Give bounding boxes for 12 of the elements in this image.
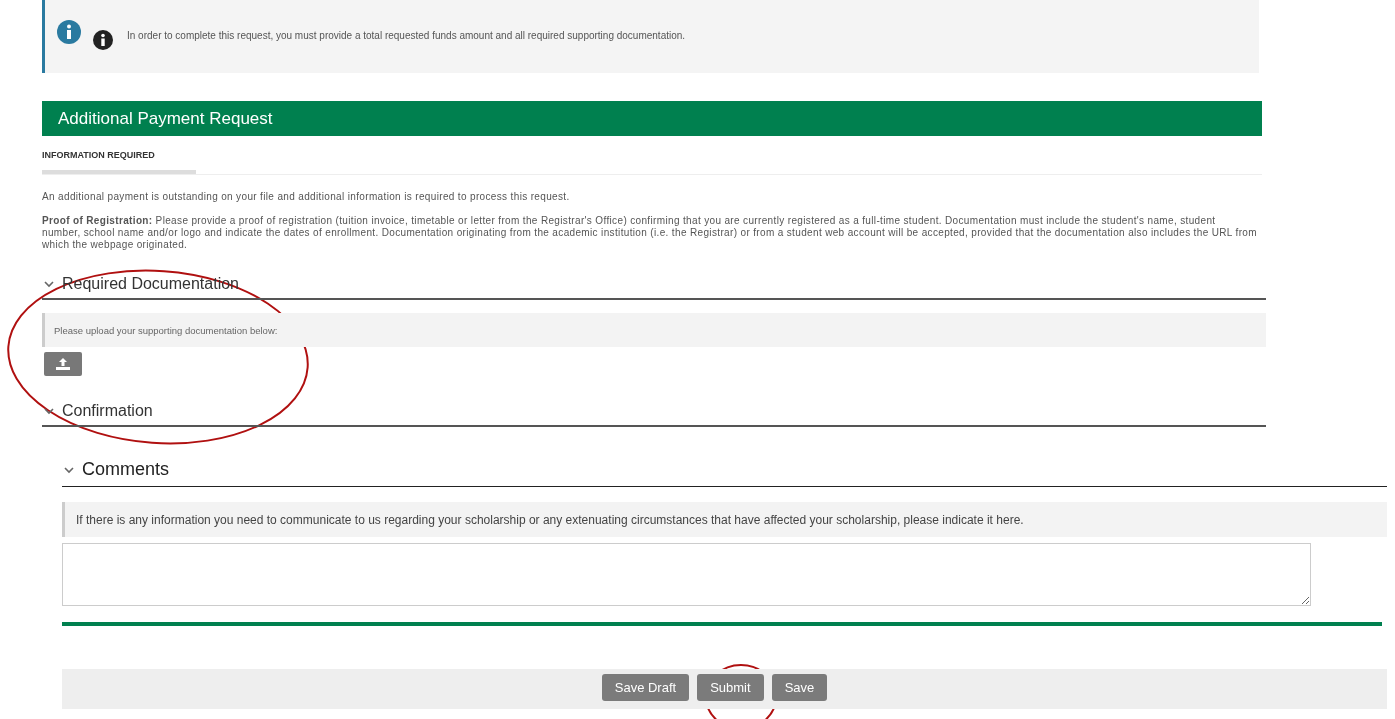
section-header: Additional Payment Request	[42, 101, 1262, 136]
action-button[interactable]: Save	[771, 674, 828, 701]
upload-note: Please upload your supporting documentation below:	[42, 313, 1266, 347]
action-button[interactable]: Save Draft	[601, 674, 690, 701]
tab[interactable]: INFORMATION REQUIRED	[42, 150, 196, 174]
section-title: Confirmation	[62, 402, 153, 420]
section-title: Comments	[82, 459, 170, 480]
alert-message: In order to complete this request, you must provide a total requested funds amount and all required supporting documentation.	[127, 30, 686, 41]
action-button[interactable]: Submit	[697, 674, 764, 701]
intro-text: An additional payment is outstanding on your file and additional information is required to process this request.	[42, 191, 571, 203]
proof-text: Proof of Registration: Please provide a proof of registration (tuition invoice, timetable or letter from the Registrar's Office) confirming that you are currently registered as a full-time student. Documentation must include the student's name, student number, school name and/or logo and indicate the dates of enrollment. Documentation originating from the academic institution (i.e. the Registrar) or from a student web account will be accepted, provided that the documentation also includes the URL from which the webpage originated.	[42, 215, 1257, 251]
comments-note: If there is any information you need to communicate to us regarding your scholarship or any extenuating circumstances that have affected your scholarship, please indicate it here.	[62, 502, 1387, 537]
